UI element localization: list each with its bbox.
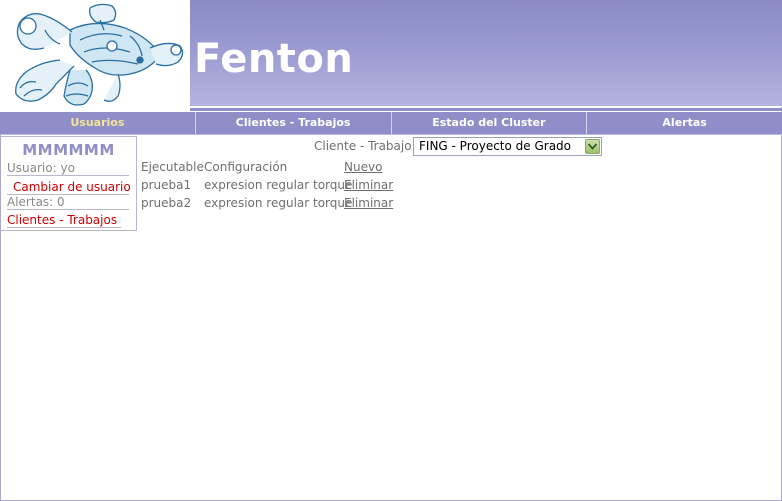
user-panel-divider — [7, 175, 129, 176]
column-header-ejecutable: Ejecutable — [141, 160, 204, 174]
main-nav: Usuarios Clientes - Trabajos Estado del … — [0, 112, 782, 134]
client-job-label: Cliente - Trabajo: — [314, 139, 416, 153]
delete-link[interactable]: Eliminar — [344, 178, 393, 192]
alerts-count: Alertas: 0 — [7, 195, 65, 209]
tab-usuarios[interactable]: Usuarios — [0, 112, 196, 134]
user-panel-divider — [7, 209, 129, 210]
header: Fenton — [0, 0, 782, 112]
delete-link[interactable]: Eliminar — [344, 196, 393, 210]
tab-alertas[interactable]: Alertas — [587, 112, 782, 134]
app-title: Fenton — [194, 36, 354, 82]
row-ejecutable: prueba1 — [141, 178, 192, 192]
user-label: Usuario: yo — [7, 161, 75, 175]
fenton-robot-logo — [0, 0, 190, 112]
banner-divider — [190, 106, 782, 107]
nav-divider — [0, 134, 782, 135]
row-configuracion: expresion regular torque — [204, 178, 353, 192]
chevron-down-icon[interactable] — [585, 139, 600, 154]
change-user-link[interactable]: Cambiar de usuario — [13, 180, 131, 194]
clients-jobs-link[interactable]: Clientes - Trabajos — [7, 213, 117, 227]
new-link[interactable]: Nuevo — [344, 160, 382, 174]
client-job-selected-value: FING - Proyecto de Grado — [419, 139, 572, 153]
tab-estado-del-cluster[interactable]: Estado del Cluster — [392, 112, 588, 134]
column-header-configuracion: Configuración — [204, 160, 288, 174]
client-job-select[interactable]: FING - Proyecto de Grado — [413, 137, 602, 156]
user-panel-divider — [7, 227, 121, 228]
user-display-name: MMMMMM — [22, 141, 115, 159]
user-panel: MMMMMM Usuario: yo Cambiar de usuario Al… — [1, 136, 137, 231]
tab-clientes-trabajos[interactable]: Clientes - Trabajos — [196, 112, 392, 134]
row-configuracion: expresion regular torque — [204, 196, 353, 210]
banner-divider-bar — [190, 108, 782, 111]
row-ejecutable: prueba2 — [141, 196, 192, 210]
